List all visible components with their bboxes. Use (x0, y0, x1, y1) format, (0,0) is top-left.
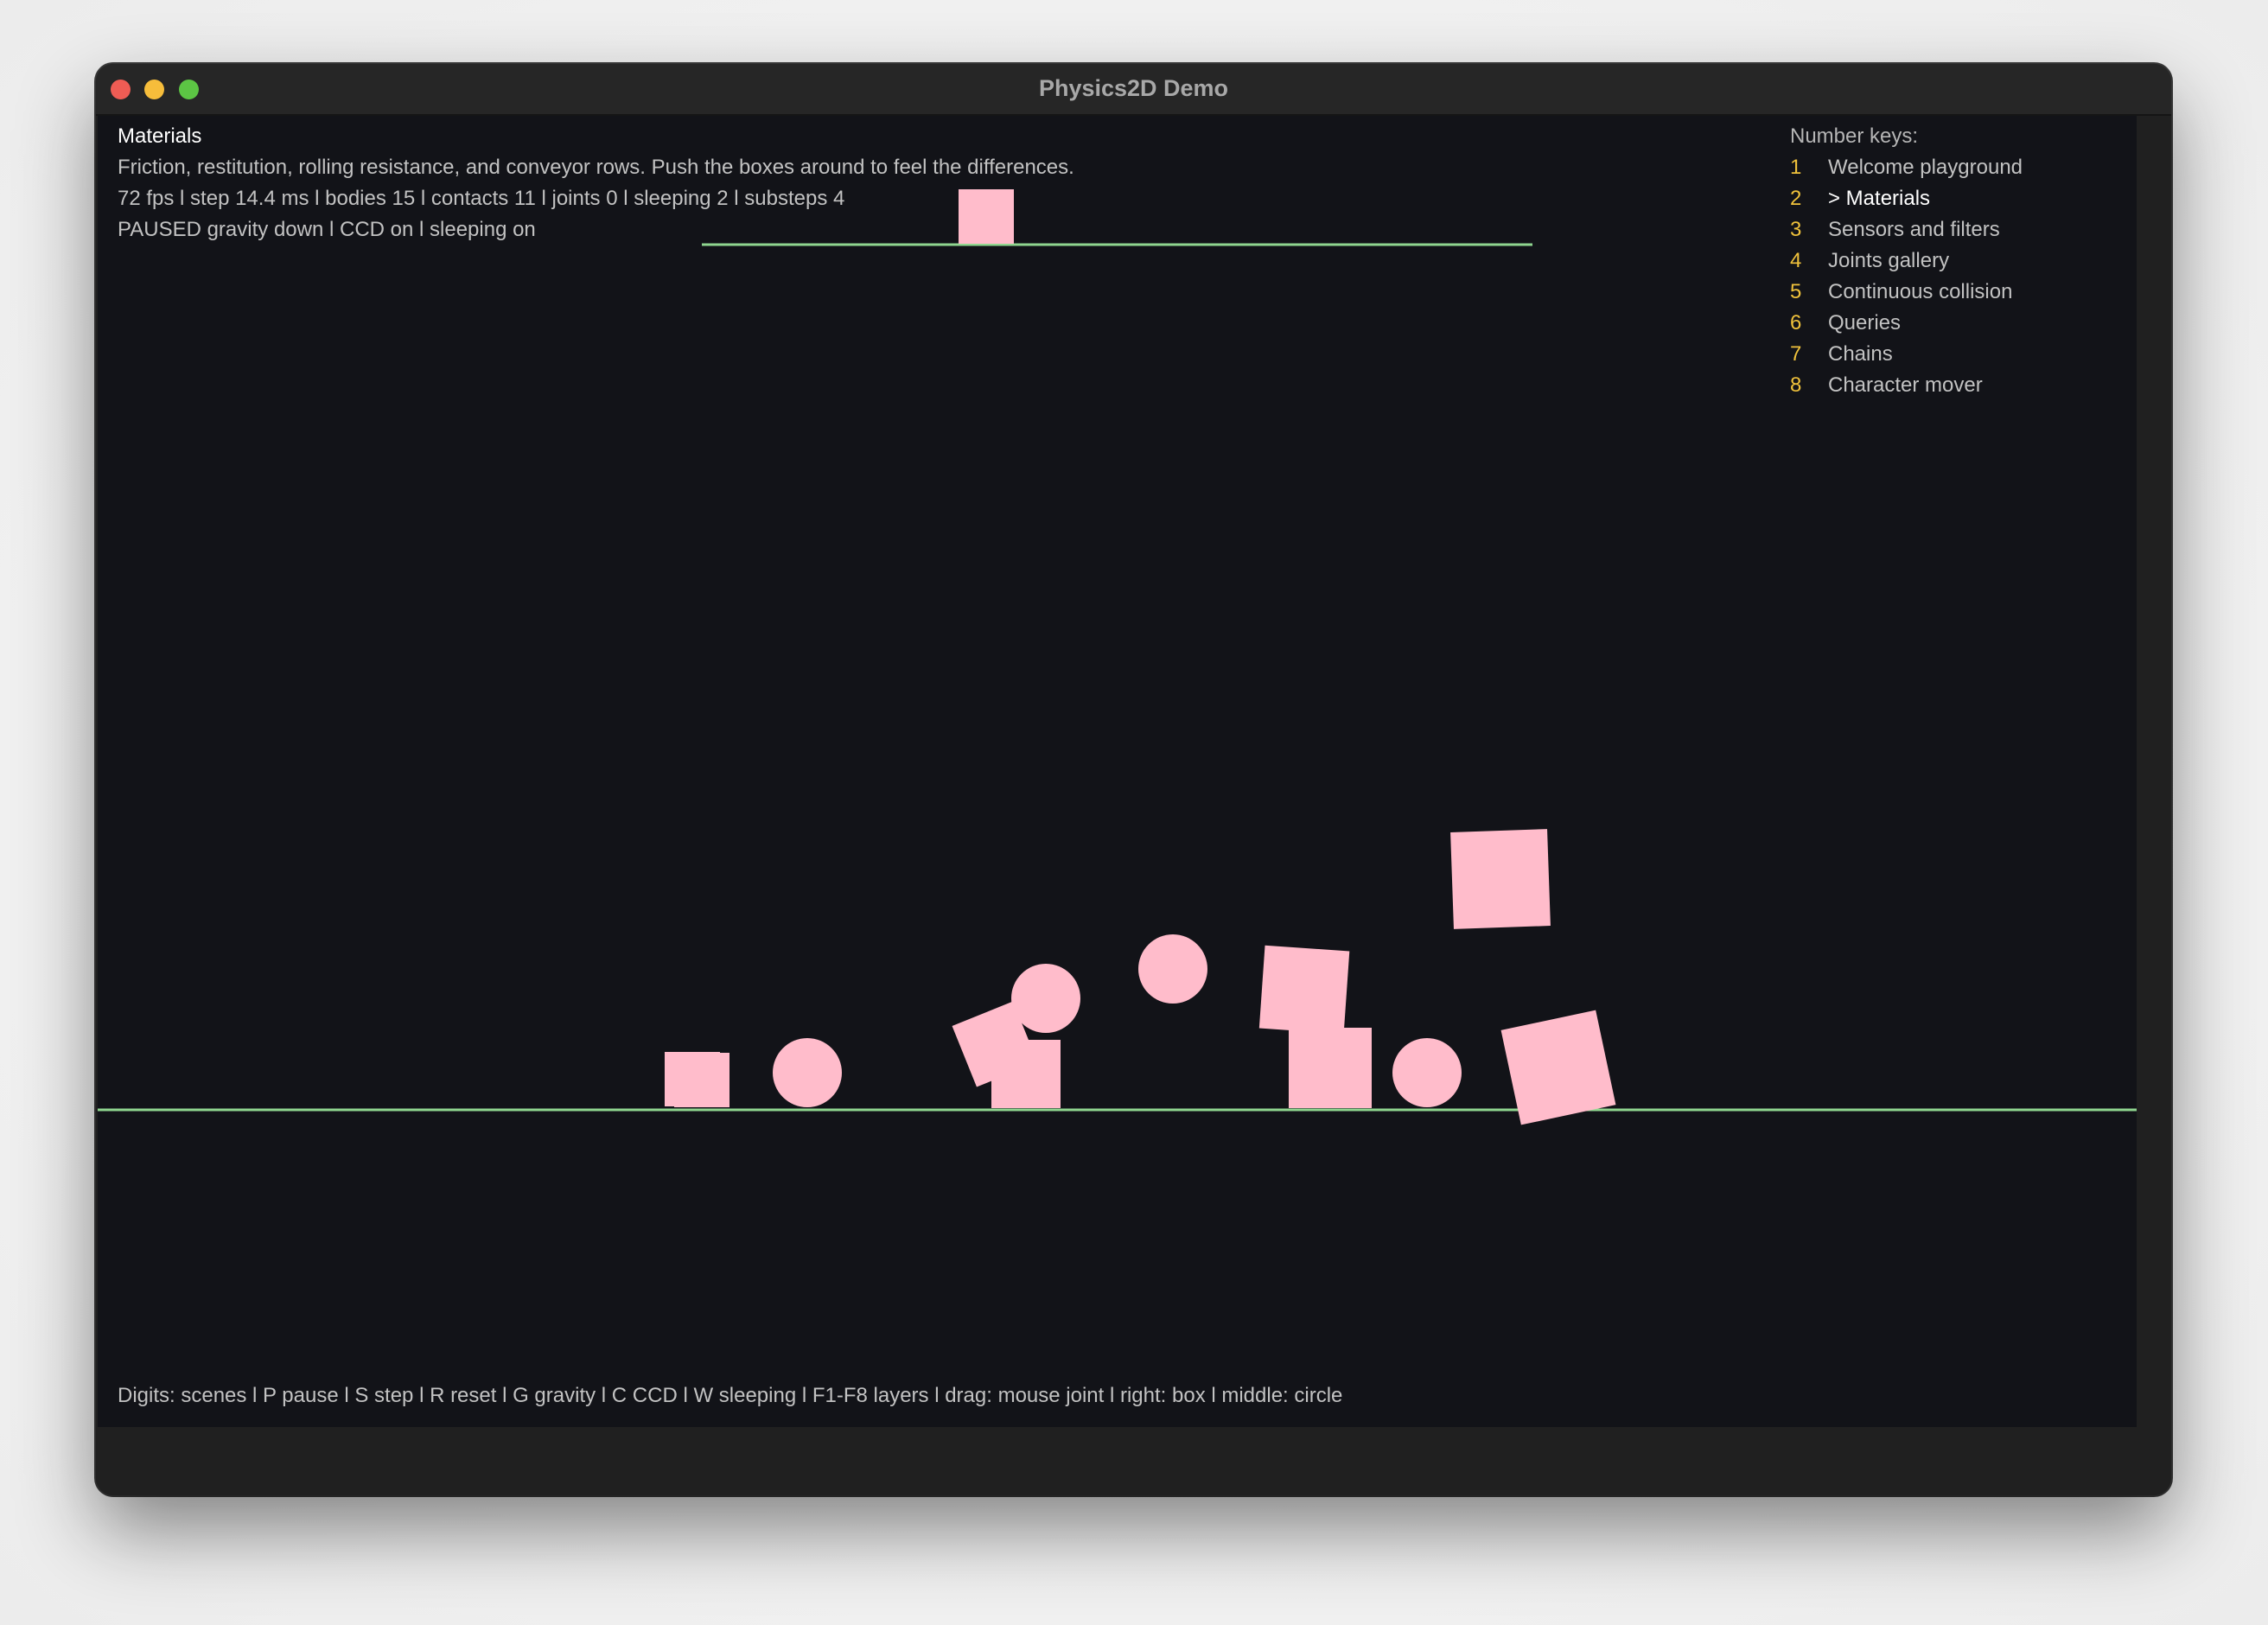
status-readout: PAUSED gravity down l CCD on l sleeping … (118, 218, 536, 241)
scene-title: Materials (118, 124, 202, 148)
desktop: Physics2D Demo Materials Friction, resti… (0, 0, 2268, 1625)
scene-item-1[interactable]: 1 Welcome playground (1790, 156, 2023, 180)
scene-item-2[interactable]: 2 > Materials (1790, 187, 1930, 211)
scene-key-number: 6 (1790, 311, 1802, 335)
window-title: Physics2D Demo (1038, 75, 1229, 101)
scene-item-8[interactable]: 8 Character mover (1790, 373, 1983, 398)
scene-item-label: Joints gallery (1828, 249, 1950, 272)
controls-help: Digits: scenes l P pause l S step l R re… (118, 1384, 1343, 1407)
circle-body[interactable] (1011, 964, 1080, 1033)
stats-readout: 72 fps l step 14.4 ms l bodies 15 l cont… (118, 187, 845, 210)
box-body[interactable] (1450, 829, 1551, 929)
right-gutter (2137, 116, 2171, 1427)
scene-item-4[interactable]: 4 Joints gallery (1790, 249, 1949, 273)
physics-viewport[interactable]: Materials Friction, restitution, rolling… (98, 116, 2137, 1427)
scene-item-label: Welcome playground (1828, 156, 2023, 179)
box-body[interactable] (991, 1040, 1061, 1108)
scene-item-label: > Materials (1828, 187, 1931, 210)
bottom-bar (96, 1427, 2171, 1495)
scene-menu-header: Number keys: (1790, 124, 1919, 148)
scene-key-number: 7 (1790, 342, 1802, 366)
scene-description: Friction, restitution, rolling resistanc… (118, 156, 1074, 179)
circle-body[interactable] (1392, 1038, 1462, 1107)
scene-key-number: 3 (1790, 218, 1802, 241)
box-body[interactable] (674, 1053, 729, 1107)
scene-item-3[interactable]: 3 Sensors and filters (1790, 218, 2000, 242)
box-body[interactable] (1289, 1028, 1372, 1108)
circle-body[interactable] (773, 1038, 842, 1107)
scene-item-label: Sensors and filters (1828, 218, 2000, 241)
scene-key-number: 1 (1790, 156, 1802, 179)
scene-key-number: 5 (1790, 280, 1802, 303)
scene-key-number: 2 (1790, 187, 1802, 210)
scene-item-label: Chains (1828, 342, 1893, 366)
title-bar[interactable]: Physics2D Demo (96, 64, 2171, 116)
scene-item-label: Continuous collision (1828, 280, 2013, 303)
scene-item-5[interactable]: 5 Continuous collision (1790, 280, 2012, 304)
scene-key-number: 8 (1790, 373, 1802, 397)
box-body[interactable] (1258, 945, 1350, 1035)
box-body[interactable] (1500, 1010, 1616, 1125)
scene-item-6[interactable]: 6 Queries (1790, 311, 1901, 335)
scene-key-number: 4 (1790, 249, 1802, 272)
scene-item-label: Queries (1828, 311, 1902, 335)
app-window: Physics2D Demo Materials Friction, resti… (96, 64, 2171, 1495)
scene-item-label: Character mover (1828, 373, 1983, 397)
box-body[interactable] (959, 189, 1014, 244)
scene-item-7[interactable]: 7 Chains (1790, 342, 1893, 366)
circle-body[interactable] (1138, 934, 1207, 1004)
